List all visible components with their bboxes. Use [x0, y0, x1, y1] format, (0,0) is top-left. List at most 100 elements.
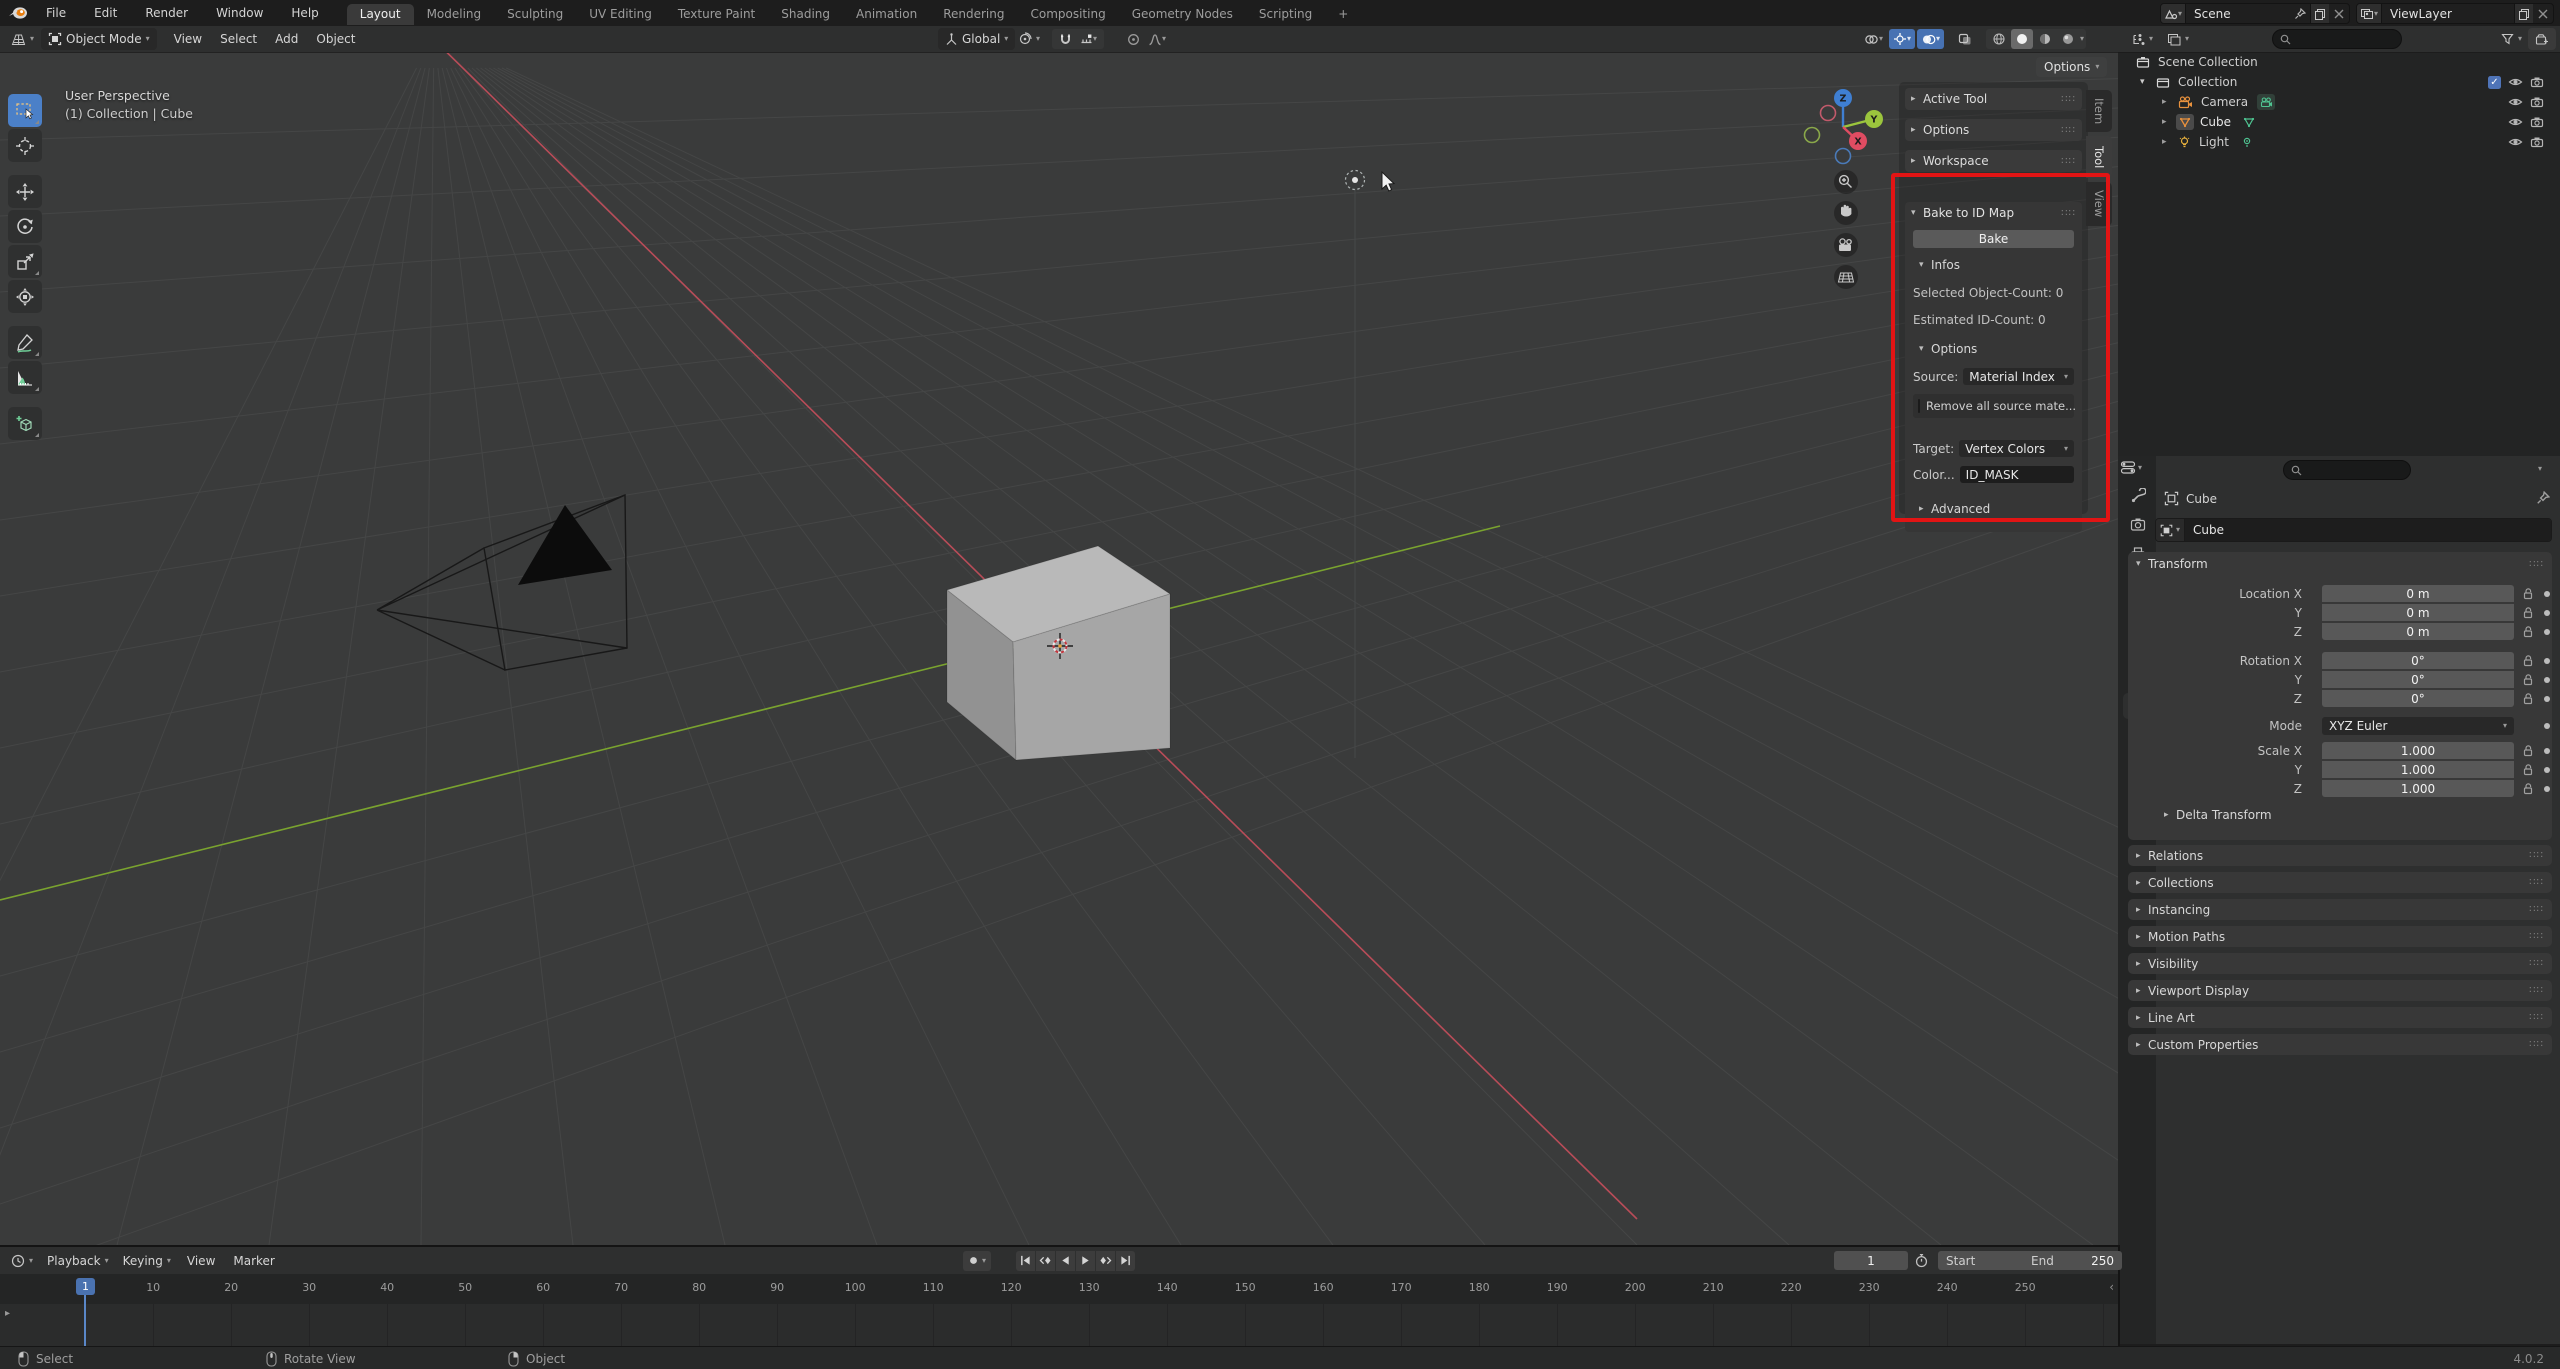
shading-dropdown[interactable]: ▾ — [2080, 35, 2084, 43]
channel-expand-icon[interactable]: ▸ — [5, 1308, 10, 1319]
new-scene-button[interactable] — [2310, 4, 2329, 23]
lock-icon[interactable] — [2522, 763, 2534, 776]
id-type-dropdown[interactable]: ▾ — [2156, 519, 2186, 541]
outliner-row-light[interactable]: ▸ Light — [2118, 132, 2560, 152]
timeline-view-menu[interactable]: View — [178, 1254, 224, 1268]
viewport-menu-add[interactable]: Add — [266, 32, 307, 46]
workspace-tab-layout[interactable]: Layout — [346, 4, 414, 25]
gizmo-axis-z-neg[interactable] — [1834, 147, 1852, 165]
workspace-tab-sculpting[interactable]: Sculpting — [494, 4, 576, 25]
jump-to-end-button[interactable] — [1116, 1250, 1135, 1271]
panel-line-art[interactable]: ▸ Line Art ∷∷ — [2128, 1007, 2552, 1028]
camera-data-badge[interactable] — [2257, 94, 2276, 110]
pivot-point-dropdown[interactable]: ▾ — [1014, 28, 1044, 50]
outliner-row-cube[interactable]: ▸ Cube — [2118, 112, 2560, 132]
scale-z-field[interactable]: 1.000 — [2322, 780, 2514, 797]
workspace-tab-compositing[interactable]: Compositing — [1017, 4, 1118, 25]
outliner-display-mode-dropdown[interactable]: ▾ — [2160, 28, 2196, 50]
new-viewlayer-button[interactable] — [2514, 4, 2533, 23]
animate-dot[interactable] — [2544, 786, 2550, 792]
location-x-field[interactable]: 0 m — [2322, 585, 2514, 602]
panel-collections[interactable]: ▸ Collections ∷∷ — [2128, 872, 2552, 893]
grip-icon[interactable]: ∷∷ — [2529, 931, 2544, 942]
gizmo-axis-x-neg[interactable] — [1819, 104, 1837, 122]
outliner-row-camera[interactable]: ▸ Camera — [2118, 92, 2560, 112]
properties-search-input[interactable] — [2283, 460, 2411, 480]
menu-file[interactable]: File — [32, 6, 80, 20]
remove-source-row[interactable]: Remove all source mate... — [1913, 394, 2076, 418]
remove-viewlayer-button[interactable] — [2533, 9, 2553, 19]
workspace-tab-animation[interactable]: Animation — [843, 4, 930, 25]
gizmos-toggle[interactable]: ▾ — [1889, 29, 1916, 49]
mode-dropdown[interactable]: Object Mode ▾ — [41, 28, 157, 50]
lock-icon[interactable] — [2522, 673, 2534, 686]
perspective-toggle-button[interactable] — [1834, 265, 1858, 289]
animate-dot[interactable] — [2544, 748, 2550, 754]
scale-y-field[interactable]: 1.000 — [2322, 761, 2514, 778]
proportional-falloff-dropdown[interactable]: ▾ — [1144, 29, 1170, 49]
rotation-z-field[interactable]: 0° — [2322, 690, 2514, 707]
pin-scene-icon[interactable] — [2290, 7, 2310, 20]
previous-keyframe-button[interactable] — [1036, 1250, 1055, 1271]
workspace-tab-modeling[interactable]: Modeling — [414, 4, 495, 25]
workspace-tab-shading[interactable]: Shading — [768, 4, 843, 25]
editor-type-dropdown[interactable]: ▾ — [4, 28, 41, 50]
keying-menu[interactable]: Keying ▾ — [116, 1250, 178, 1272]
grip-icon[interactable]: ∷∷ — [2529, 850, 2544, 861]
tab-tool[interactable] — [2123, 483, 2153, 509]
grip-icon[interactable]: ∷∷ — [2061, 208, 2076, 219]
add-workspace-button[interactable]: + — [1325, 4, 1361, 25]
animate-dot[interactable] — [2544, 723, 2550, 729]
sidebar-tab-item[interactable]: Item — [2086, 90, 2112, 132]
frame-end-field[interactable]: End 250 — [2023, 1251, 2122, 1270]
panel-options[interactable]: ▸ Options ∷∷ — [1905, 119, 2082, 141]
play-button[interactable] — [1076, 1250, 1095, 1271]
lock-icon[interactable] — [2522, 654, 2534, 667]
grip-icon[interactable]: ∷∷ — [2529, 559, 2544, 570]
expand-icon[interactable]: ▸ — [2162, 97, 2174, 107]
grip-icon[interactable]: ∷∷ — [2529, 1039, 2544, 1050]
viewlayer-browse-button[interactable]: ▾ — [2357, 4, 2383, 23]
viewport-menu-select[interactable]: Select — [211, 32, 266, 46]
grip-icon[interactable]: ∷∷ — [2529, 958, 2544, 969]
properties-options-dropdown[interactable]: ▾ — [2538, 465, 2542, 473]
lock-icon[interactable] — [2522, 606, 2534, 619]
hide-eye-icon[interactable] — [2508, 96, 2523, 108]
panel-viewport-display[interactable]: ▸ Viewport Display ∷∷ — [2128, 980, 2552, 1001]
menu-window[interactable]: Window — [202, 6, 277, 20]
light-data-badge[interactable] — [2238, 134, 2256, 150]
tool-scale[interactable] — [8, 245, 42, 278]
scale-x-field[interactable]: 1.000 — [2322, 742, 2514, 759]
menu-edit[interactable]: Edit — [80, 6, 131, 20]
workspace-tab-texture-paint[interactable]: Texture Paint — [665, 4, 768, 25]
snap-settings-dropdown[interactable]: ▾ — [1076, 29, 1101, 49]
grip-icon[interactable]: ∷∷ — [2529, 904, 2544, 915]
playback-menu[interactable]: Playback ▾ — [40, 1250, 116, 1272]
tool-transform[interactable] — [8, 280, 42, 313]
transform-orientation-dropdown[interactable]: Global ▾ — [938, 28, 1016, 50]
workspace-tab-geometry-nodes[interactable]: Geometry Nodes — [1119, 4, 1246, 25]
tool-move[interactable] — [8, 175, 42, 208]
scene-name-field[interactable]: Scene — [2186, 7, 2290, 21]
panel-visibility[interactable]: ▸ Visibility ∷∷ — [2128, 953, 2552, 974]
workspace-tab-rendering[interactable]: Rendering — [930, 4, 1017, 25]
tab-render[interactable] — [2123, 512, 2153, 538]
tool-annotate[interactable] — [8, 326, 42, 359]
expand-icon[interactable]: ▸ — [2162, 117, 2174, 127]
proportional-editing-toggle[interactable] — [1123, 29, 1144, 49]
animate-dot[interactable] — [2544, 629, 2550, 635]
unlink-scene-button[interactable] — [2329, 9, 2349, 19]
outliner-row-scene-collection[interactable]: Scene Collection — [2118, 52, 2560, 72]
auto-keying-button[interactable]: ▾ — [963, 1250, 992, 1271]
advanced-subpanel-header[interactable]: ▸ Advanced — [1919, 502, 1990, 516]
lock-icon[interactable] — [2522, 692, 2534, 705]
collection-checkbox[interactable]: ✓ — [2488, 75, 2501, 89]
viewlayer-name-field[interactable]: ViewLayer — [2382, 7, 2514, 21]
disable-render-camera-icon[interactable] — [2530, 136, 2544, 148]
menu-render[interactable]: Render — [131, 6, 202, 20]
xray-toggle[interactable] — [1954, 29, 1976, 49]
animate-dot[interactable] — [2544, 591, 2550, 597]
panel-active-tool[interactable]: ▸ Active Tool ∷∷ — [1905, 88, 2082, 110]
panel-workspace[interactable]: ▸ Workspace ∷∷ — [1905, 150, 2082, 172]
rotation-mode-dropdown[interactable]: XYZ Euler ▾ — [2322, 717, 2514, 735]
